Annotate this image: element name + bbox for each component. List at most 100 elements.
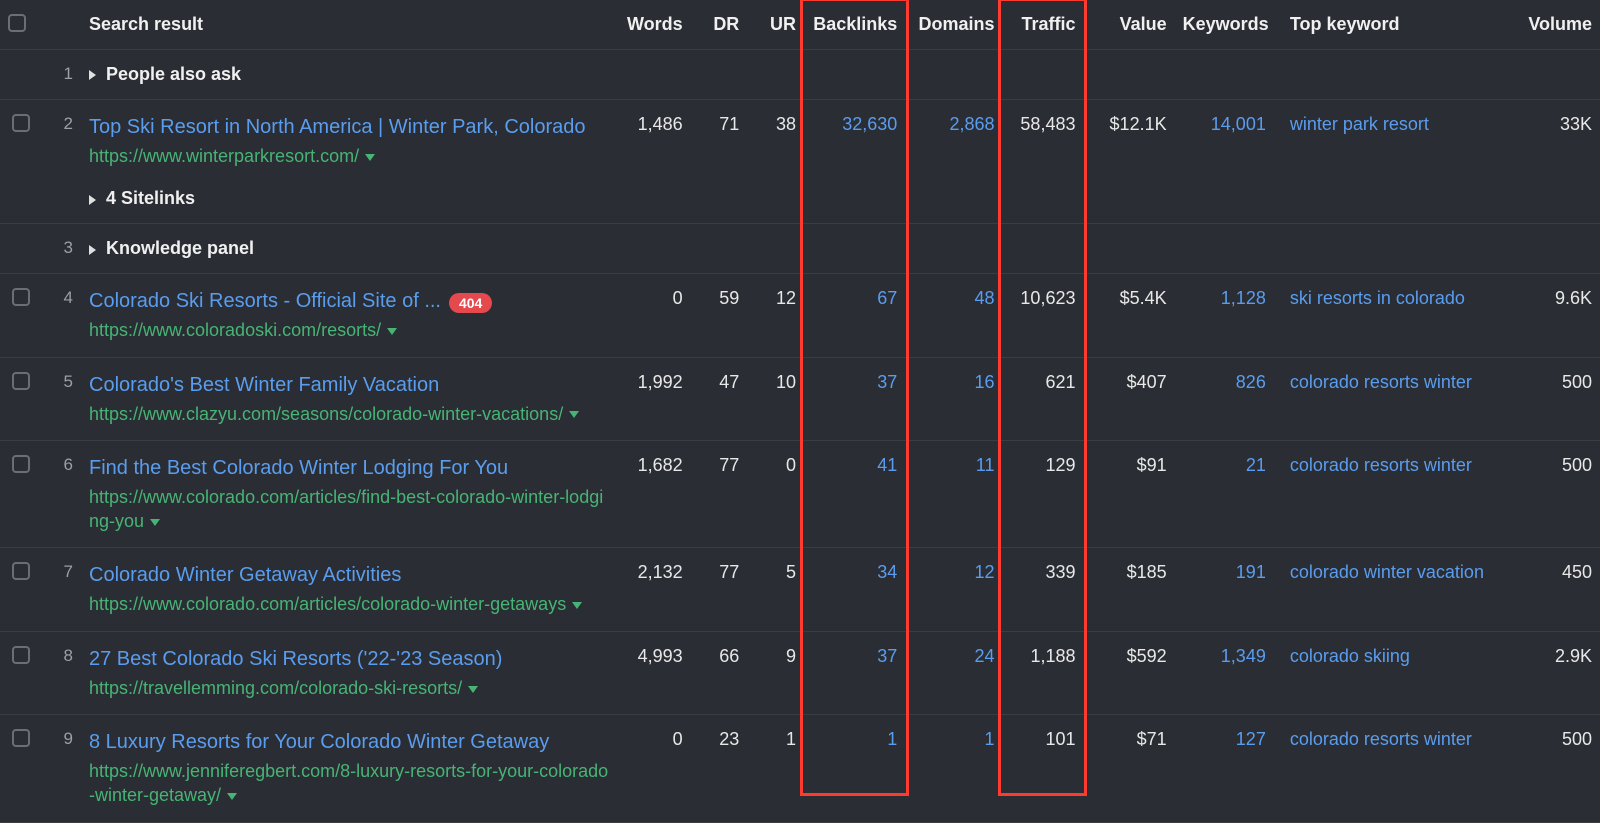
metric-value: $407 xyxy=(1083,357,1174,440)
top-keyword-link[interactable]: colorado resorts winter xyxy=(1274,715,1503,823)
result-url[interactable]: https://www.coloradoski.com/resorts/ xyxy=(89,318,610,342)
table-row: 6 Find the Best Colorado Winter Lodging F… xyxy=(0,440,1600,548)
col-backlinks[interactable]: Backlinks xyxy=(804,0,905,50)
result-url[interactable]: https://www.colorado.com/articles/find-b… xyxy=(89,485,610,534)
serp-feature-label: Knowledge panel xyxy=(106,238,254,258)
metric-traffic: 101 xyxy=(1002,715,1083,823)
metric-dr: 23 xyxy=(691,715,748,823)
col-traffic[interactable]: Traffic xyxy=(1002,0,1083,50)
top-keyword-link[interactable]: colorado winter vacation xyxy=(1274,548,1503,631)
metric-traffic: 339 xyxy=(1002,548,1083,631)
col-keywords[interactable]: Keywords xyxy=(1175,0,1274,50)
metric-traffic: 10,623 xyxy=(1002,274,1083,357)
result-url[interactable]: https://www.colorado.com/articles/colora… xyxy=(89,592,610,616)
serp-table: Search result Words DR UR Backlinks Doma… xyxy=(0,0,1600,823)
row-checkbox[interactable] xyxy=(12,288,30,306)
row-checkbox[interactable] xyxy=(12,114,30,132)
select-all-checkbox[interactable] xyxy=(8,14,26,32)
row-position: 9 xyxy=(41,715,82,823)
row-checkbox[interactable] xyxy=(12,455,30,473)
metric-value: $592 xyxy=(1083,631,1174,714)
metric-ur: 1 xyxy=(747,715,804,823)
sitelinks-label[interactable]: 4 Sitelinks xyxy=(106,188,195,208)
row-position: 6 xyxy=(41,440,82,548)
result-title[interactable]: Find the Best Colorado Winter Lodging Fo… xyxy=(89,457,508,479)
col-top-keyword[interactable]: Top keyword xyxy=(1274,0,1503,50)
metric-keywords[interactable]: 14,001 xyxy=(1175,100,1274,224)
header-row: Search result Words DR UR Backlinks Doma… xyxy=(0,0,1600,50)
metric-keywords[interactable]: 191 xyxy=(1175,548,1274,631)
row-position: 1 xyxy=(41,50,82,100)
status-badge: 404 xyxy=(449,293,492,313)
metric-backlinks[interactable]: 67 xyxy=(804,274,905,357)
metric-keywords[interactable]: 1,128 xyxy=(1175,274,1274,357)
col-dr[interactable]: DR xyxy=(691,0,748,50)
metric-keywords[interactable]: 21 xyxy=(1175,440,1274,548)
top-keyword-link[interactable]: colorado skiing xyxy=(1274,631,1503,714)
metric-backlinks[interactable]: 37 xyxy=(804,631,905,714)
metric-dr: 47 xyxy=(691,357,748,440)
metric-domains[interactable]: 2,868 xyxy=(905,100,1002,224)
url-dropdown-icon[interactable] xyxy=(227,793,237,800)
result-url[interactable]: https://www.jenniferegbert.com/8-luxury-… xyxy=(89,759,610,808)
metric-domains[interactable]: 48 xyxy=(905,274,1002,357)
metric-backlinks[interactable]: 32,630 xyxy=(804,100,905,224)
metric-words: 0 xyxy=(618,274,691,357)
result-title[interactable]: Colorado's Best Winter Family Vacation xyxy=(89,374,439,396)
table-row: 7Colorado Winter Getaway Activitieshttps… xyxy=(0,548,1600,631)
expand-icon[interactable] xyxy=(89,245,96,255)
col-volume[interactable]: Volume xyxy=(1503,0,1600,50)
result-title[interactable]: Colorado Winter Getaway Activities xyxy=(89,564,401,586)
row-checkbox[interactable] xyxy=(12,729,30,747)
result-title[interactable]: Top Ski Resort in North America | Winter… xyxy=(89,116,585,138)
metric-domains[interactable]: 1 xyxy=(905,715,1002,823)
row-checkbox[interactable] xyxy=(12,372,30,390)
metric-domains[interactable]: 24 xyxy=(905,631,1002,714)
result-url[interactable]: https://www.clazyu.com/seasons/colorado-… xyxy=(89,402,610,426)
result-url[interactable]: https://travellemming.com/colorado-ski-r… xyxy=(89,676,610,700)
expand-icon[interactable] xyxy=(89,70,96,80)
url-dropdown-icon[interactable] xyxy=(468,686,478,693)
table-row: 1People also ask xyxy=(0,50,1600,100)
col-words[interactable]: Words xyxy=(618,0,691,50)
col-search-result[interactable]: Search result xyxy=(81,0,618,50)
top-keyword-link[interactable]: colorado resorts winter xyxy=(1274,357,1503,440)
metric-keywords[interactable]: 1,349 xyxy=(1175,631,1274,714)
result-url[interactable]: https://www.winterparkresort.com/ xyxy=(89,144,610,168)
metric-dr: 77 xyxy=(691,548,748,631)
metric-words: 1,992 xyxy=(618,357,691,440)
metric-words: 2,132 xyxy=(618,548,691,631)
metric-backlinks[interactable]: 41 xyxy=(804,440,905,548)
metric-backlinks[interactable]: 34 xyxy=(804,548,905,631)
metric-volume: 33K xyxy=(1503,100,1600,224)
url-dropdown-icon[interactable] xyxy=(365,154,375,161)
top-keyword-link[interactable]: winter park resort xyxy=(1274,100,1503,224)
col-ur[interactable]: UR xyxy=(747,0,804,50)
result-title[interactable]: 8 Luxury Resorts for Your Colorado Winte… xyxy=(89,731,549,753)
metric-dr: 77 xyxy=(691,440,748,548)
metric-domains[interactable]: 11 xyxy=(905,440,1002,548)
row-checkbox[interactable] xyxy=(12,646,30,664)
url-dropdown-icon[interactable] xyxy=(569,411,579,418)
metric-backlinks[interactable]: 1 xyxy=(804,715,905,823)
top-keyword-link[interactable]: colorado resorts winter xyxy=(1274,440,1503,548)
result-title[interactable]: 27 Best Colorado Ski Resorts ('22-'23 Se… xyxy=(89,648,502,670)
table-row: 2Top Ski Resort in North America | Winte… xyxy=(0,100,1600,224)
top-keyword-link[interactable]: ski resorts in colorado xyxy=(1274,274,1503,357)
url-dropdown-icon[interactable] xyxy=(572,602,582,609)
row-checkbox[interactable] xyxy=(12,562,30,580)
url-dropdown-icon[interactable] xyxy=(150,519,160,526)
metric-backlinks[interactable]: 37 xyxy=(804,357,905,440)
col-value[interactable]: Value xyxy=(1083,0,1174,50)
result-title[interactable]: Colorado Ski Resorts - Official Site of … xyxy=(89,290,441,312)
metric-domains[interactable]: 12 xyxy=(905,548,1002,631)
row-position: 8 xyxy=(41,631,82,714)
metric-keywords[interactable]: 826 xyxy=(1175,357,1274,440)
col-domains[interactable]: Domains xyxy=(905,0,1002,50)
metric-keywords[interactable]: 127 xyxy=(1175,715,1274,823)
url-dropdown-icon[interactable] xyxy=(387,328,397,335)
expand-icon[interactable] xyxy=(89,195,96,205)
metric-volume: 500 xyxy=(1503,440,1600,548)
metric-traffic: 58,483 xyxy=(1002,100,1083,224)
metric-domains[interactable]: 16 xyxy=(905,357,1002,440)
